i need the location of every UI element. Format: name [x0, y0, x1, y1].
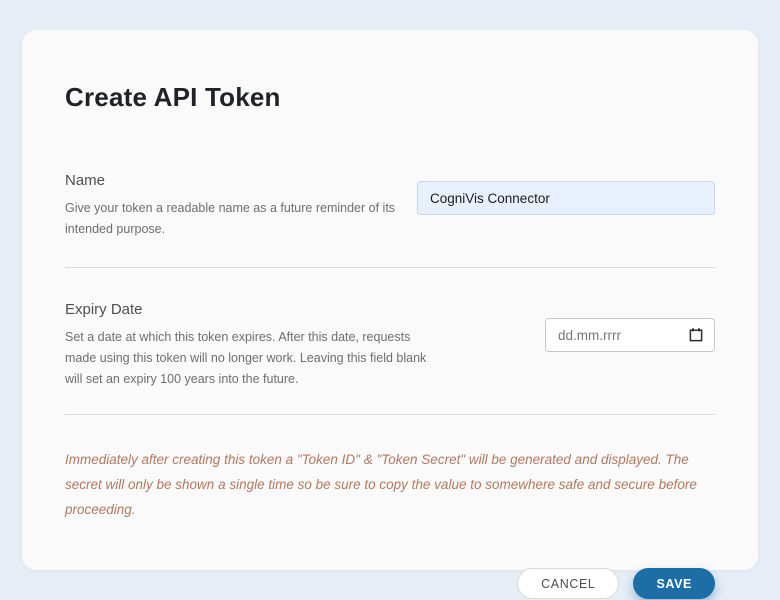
token-name-input[interactable]: [417, 181, 715, 215]
save-button[interactable]: SAVE: [633, 568, 715, 599]
calendar-icon[interactable]: [688, 327, 704, 343]
cancel-button[interactable]: CANCEL: [517, 568, 619, 599]
expiry-field-label: Expiry Date: [65, 300, 435, 320]
expiry-field-row: Expiry Date Set a date at which this tok…: [65, 300, 715, 390]
expiry-date-field: [545, 318, 715, 352]
page-title: Create API Token: [65, 82, 715, 113]
name-field-description: Give your token a readable name as a fut…: [65, 198, 417, 240]
name-field-info: Name Give your token a readable name as …: [65, 171, 417, 240]
create-api-token-dialog: Create API Token Name Give your token a …: [22, 30, 758, 570]
name-field-label: Name: [65, 171, 417, 191]
expiry-field-info: Expiry Date Set a date at which this tok…: [65, 300, 435, 390]
section-divider: [65, 414, 715, 415]
dialog-actions: CANCEL SAVE: [65, 568, 715, 599]
name-field-row: Name Give your token a readable name as …: [65, 171, 715, 240]
token-secret-notice: Immediately after creating this token a …: [65, 447, 715, 522]
expiry-field-description: Set a date at which this token expires. …: [65, 327, 435, 390]
section-divider: [65, 267, 715, 268]
